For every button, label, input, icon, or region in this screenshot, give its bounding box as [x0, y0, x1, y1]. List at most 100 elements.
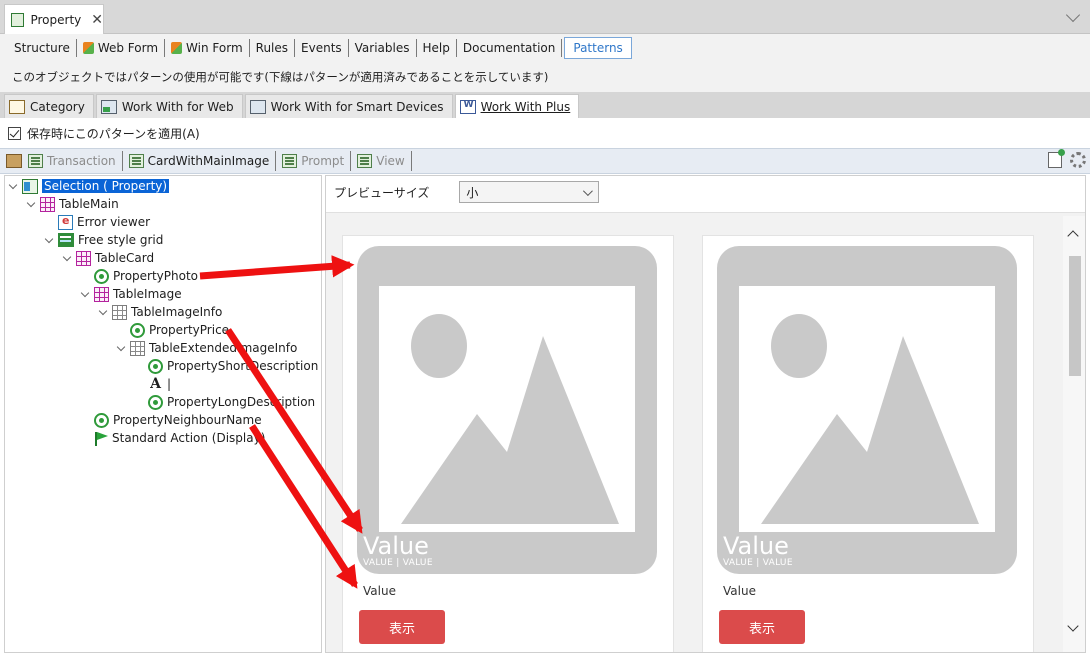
collapse-chevron-icon[interactable]	[63, 254, 72, 263]
tree-node-property-photo[interactable]: PropertyPhoto	[94, 267, 198, 285]
tree-node-label: TableCard	[95, 251, 155, 265]
pattern-tab-label: Category	[30, 99, 85, 114]
collapse-chevron-icon[interactable]	[81, 290, 90, 299]
tree-node-tableimageinfo[interactable]: TableImageInfo	[99, 303, 222, 321]
scroll-down-icon[interactable]	[1067, 620, 1079, 632]
transaction-icon	[11, 12, 25, 27]
card-subtitle-value: VALUE | VALUE	[723, 558, 793, 568]
tab-help[interactable]: Help	[417, 39, 457, 57]
tree-node-table-extended-image-info[interactable]: TableExtendedImageInfo	[117, 339, 297, 357]
preview-card: Value VALUE | VALUE Value 表示	[702, 235, 1034, 652]
tree-node-label: Free style grid	[78, 233, 164, 247]
document-tab-property[interactable]: Property ✕	[4, 4, 104, 34]
tree-node-label: Selection ( Property)	[42, 179, 170, 193]
tree-node-label: PropertyPrice	[149, 323, 230, 337]
card-value: Value	[723, 584, 756, 598]
tab-events[interactable]: Events	[295, 39, 349, 57]
collapse-chevron-icon[interactable]	[45, 236, 54, 245]
chevron-down-icon[interactable]	[1065, 7, 1081, 23]
apply-on-save-label[interactable]: 保存時にこのパターンを適用(A)	[27, 125, 200, 142]
tree-node-tablemain[interactable]: TableMain	[27, 195, 119, 213]
pattern-tab-work-with-web[interactable]: Work With for Web	[95, 94, 243, 118]
image-placeholder-icon	[717, 246, 1017, 574]
error-viewer-icon	[58, 214, 73, 230]
preview-canvas: Value VALUE | VALUE Value 表示 Value VALUE…	[326, 212, 1085, 652]
display-button[interactable]: 表示	[719, 610, 805, 644]
tab-variables[interactable]: Variables	[349, 39, 417, 57]
pattern-tab-label: Work With Plus	[480, 99, 571, 114]
preview-size-label: プレビューサイズ	[334, 185, 430, 200]
tree-node-property-long-description[interactable]: PropertyLongDescription	[148, 393, 315, 411]
tree-node-tableimage[interactable]: TableImage	[81, 285, 182, 303]
pattern-tab-work-with-plus[interactable]: Work With Plus	[454, 94, 580, 118]
tab-prompt[interactable]: Prompt	[278, 151, 352, 171]
tab-label: CardWithMainImage	[147, 154, 270, 168]
scrollbar-thumb[interactable]	[1069, 256, 1081, 376]
apply-on-save-checkbox[interactable]	[8, 126, 21, 140]
preview-size-select[interactable]: 小	[459, 181, 600, 203]
tree-node-label: TableMain	[59, 197, 119, 211]
pattern-tab-category[interactable]: Category	[4, 94, 94, 118]
gear-icon[interactable]	[1070, 152, 1086, 168]
table-icon	[130, 340, 145, 356]
work-with-web-icon	[100, 99, 117, 114]
tree-node-standard-action[interactable]: Standard Action (Display)	[94, 429, 265, 447]
tree-node-selection[interactable]: Selection ( Property)	[9, 177, 170, 195]
tab-rules[interactable]: Rules	[250, 39, 296, 57]
collapse-chevron-icon[interactable]	[99, 308, 108, 317]
table-icon	[40, 196, 55, 212]
tree-node-label: PropertyShortDescription	[167, 359, 319, 373]
pattern-tab-work-with-smart-devices[interactable]: Work With for Smart Devices	[244, 94, 453, 118]
grid-icon	[58, 233, 74, 247]
tab-label: Win Form	[186, 41, 243, 55]
tab-card-with-main-image[interactable]: CardWithMainImage	[125, 151, 277, 171]
pattern-tab-label: Work With for Web	[121, 99, 234, 114]
object-part-tabs: Structure Web Form Win Form Rules Events…	[0, 34, 1090, 62]
toolbar-right-icons	[1048, 149, 1086, 168]
tab-view[interactable]: View	[353, 151, 412, 171]
tree-node-property-short-description[interactable]: PropertyShortDescription	[148, 357, 318, 375]
tab-label: Transaction	[47, 154, 116, 168]
tab-win-form[interactable]: Win Form	[165, 39, 250, 57]
tab-patterns[interactable]: Patterns	[564, 37, 632, 59]
tab-transaction[interactable]: Transaction	[24, 151, 123, 171]
tree-node-label: TableExtendedImageInfo	[149, 341, 298, 355]
document-tab-bar: Property ✕	[0, 0, 1090, 34]
preview-card: Value VALUE | VALUE Value 表示	[342, 235, 674, 652]
tab-structure[interactable]: Structure	[8, 39, 77, 57]
tree-node-text-block[interactable]: A |	[148, 375, 171, 393]
category-pattern-icon	[9, 99, 25, 114]
win-form-icon	[171, 42, 183, 54]
web-form-icon	[82, 42, 94, 54]
collapse-chevron-icon[interactable]	[9, 182, 18, 191]
collapse-chevron-icon[interactable]	[27, 200, 36, 209]
table-icon	[112, 304, 127, 320]
tree-node-error-viewer[interactable]: Error viewer	[58, 213, 150, 231]
selection-icon	[22, 178, 38, 194]
attribute-icon	[130, 322, 145, 338]
tree-node-tablecard[interactable]: TableCard	[63, 249, 154, 267]
add-note-icon[interactable]	[1048, 149, 1065, 168]
tree-node-property-neighbour-name[interactable]: PropertyNeighbourName	[94, 411, 262, 429]
card-subtitle-value: VALUE | VALUE	[363, 558, 433, 568]
tree-node-label: |	[167, 377, 172, 391]
tab-documentation[interactable]: Documentation	[457, 39, 563, 57]
properties-icon[interactable]	[6, 154, 22, 168]
close-icon[interactable]: ✕	[91, 12, 103, 28]
display-button[interactable]: 表示	[359, 610, 445, 644]
tree-node-label: PropertyPhoto	[113, 269, 199, 283]
vertical-scrollbar[interactable]	[1063, 216, 1085, 652]
tree-node-free-style-grid[interactable]: Free style grid	[45, 231, 163, 249]
smart-devices-icon	[249, 99, 266, 114]
collapse-chevron-icon[interactable]	[117, 344, 126, 353]
tree-node-property-price[interactable]: PropertyPrice	[130, 321, 229, 339]
tab-web-form[interactable]: Web Form	[77, 39, 166, 57]
apply-on-save-row: 保存時にこのパターンを適用(A)	[0, 118, 1090, 148]
work-with-plus-icon	[459, 99, 476, 114]
card-value: Value	[363, 584, 396, 598]
tab-label: View	[376, 154, 405, 168]
attribute-icon	[94, 412, 109, 428]
tree-node-label: TableImage	[113, 287, 182, 301]
image-placeholder-icon	[357, 246, 657, 574]
scroll-up-icon[interactable]	[1067, 230, 1079, 242]
